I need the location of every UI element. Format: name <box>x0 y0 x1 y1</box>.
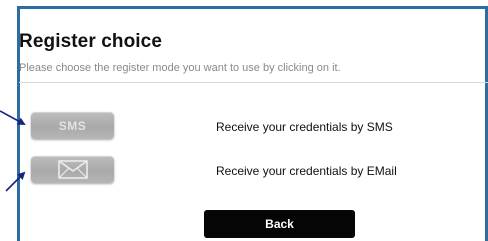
sms-button[interactable]: SMS <box>31 112 114 139</box>
email-button[interactable] <box>31 156 114 183</box>
dialog-title: Register choice <box>19 31 162 52</box>
dialog-subtitle: Please choose the register mode you want… <box>19 62 341 74</box>
back-button[interactable]: Back <box>204 210 355 238</box>
divider <box>19 82 488 83</box>
screen: Register choice Please choose the regist… <box>0 0 488 241</box>
sms-button-label: SMS <box>58 118 87 133</box>
envelope-icon <box>57 160 88 179</box>
sms-option-description: Receive your credentials by SMS <box>216 120 393 134</box>
email-option-description: Receive your credentials by EMail <box>216 164 397 178</box>
